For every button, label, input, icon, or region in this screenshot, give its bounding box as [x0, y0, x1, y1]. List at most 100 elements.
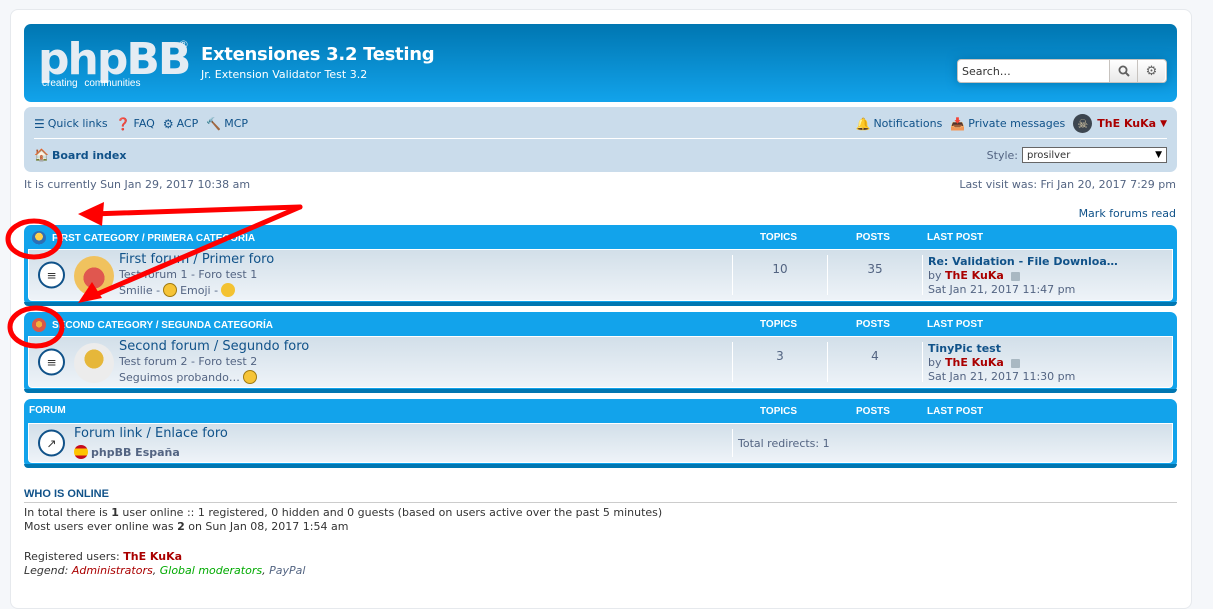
- search-input[interactable]: [958, 60, 1108, 82]
- last-post-date: Sat Jan 21, 2017 11:30 pm: [928, 370, 1076, 383]
- last-post-by: by ThE KuKa: [928, 356, 1021, 369]
- last-post-link[interactable]: TinyPic test: [928, 342, 1001, 355]
- column-divider: [922, 342, 923, 382]
- col-posts-header: POSTS: [856, 319, 890, 330]
- col-last-post-header: LAST POST: [927, 319, 984, 330]
- user-menu[interactable]: ☠ ThE KuKa ▼: [1073, 114, 1167, 133]
- col-last-post-header: LAST POST: [927, 406, 984, 417]
- view-latest-post-icon[interactable]: [1011, 358, 1021, 368]
- medal-emoji-icon: [221, 283, 236, 297]
- quick-links-label: Quick links: [47, 117, 108, 130]
- smilie-text: Smilie -: [119, 283, 161, 297]
- legend-paypal[interactable]: PayPal: [269, 564, 305, 577]
- site-title[interactable]: Extensiones 3.2 Testing: [201, 44, 435, 65]
- faq-link[interactable]: ❓ FAQ: [116, 117, 155, 131]
- col-topics-header: TOPICS: [760, 406, 798, 417]
- logo-tagline: creating communities: [40, 78, 143, 90]
- search-button[interactable]: [1109, 60, 1137, 82]
- forum-title-link[interactable]: Second forum / Segundo foro: [119, 339, 309, 354]
- style-value: prosilver: [1027, 149, 1071, 161]
- header-bar: phpBB ® creating communities Extensiones…: [24, 24, 1177, 102]
- gear-icon: ⚙: [1145, 63, 1158, 79]
- notifications-link[interactable]: 🔔 Notifications: [856, 117, 943, 131]
- legend-global-moderators[interactable]: Global moderators: [160, 564, 262, 577]
- last-post-link[interactable]: Re: Validation - File Downloa…: [928, 255, 1118, 268]
- forum-title-link[interactable]: First forum / Primer foro: [119, 252, 274, 267]
- forum-read-icon: ≡: [38, 261, 65, 289]
- forum-row: ≡ Second forum / Segundo foro Test forum…: [28, 336, 1173, 388]
- mark-forums-read-link[interactable]: Mark forums read: [1079, 207, 1176, 220]
- column-divider: [732, 255, 733, 295]
- category-title-text: SECOND CATEGORY / SEGUNDA CATEGORÍA: [52, 319, 273, 331]
- who-is-online: WHO IS ONLINE In total there is 1 user o…: [24, 488, 1177, 578]
- legend: Legend: Administrators, Global moderator…: [24, 564, 306, 577]
- inbox-icon: 📥: [950, 116, 966, 131]
- forum-read-icon: ≡: [38, 348, 65, 376]
- col-posts-header: POSTS: [856, 406, 890, 417]
- category-title[interactable]: SECOND CATEGORY / SEGUNDA CATEGORÍA: [32, 318, 273, 332]
- topics-count: 10: [772, 262, 788, 276]
- faq-label: FAQ: [133, 117, 155, 130]
- mcp-link[interactable]: 🔨 MCP: [206, 117, 248, 131]
- posts-count: 35: [867, 262, 883, 276]
- style-label: Style:: [986, 148, 1018, 162]
- private-messages-link[interactable]: 📥 Private messages: [950, 117, 1065, 131]
- home-icon: 🏠: [34, 148, 49, 162]
- advanced-search-button[interactable]: ⚙: [1137, 60, 1165, 82]
- quick-links-button[interactable]: ☰ Quick links: [34, 117, 108, 131]
- registered-users: Registered users: ThE KuKa Legend: Admin…: [24, 550, 1177, 578]
- avatar: ☠: [1073, 114, 1093, 133]
- category-title-text: FIRST CATEGORY / PRIMERA CATEGORIA: [52, 232, 256, 244]
- private-messages-label: Private messages: [968, 117, 1066, 130]
- forum-extra: Seguimos probando…: [119, 370, 260, 384]
- search-box: ⚙: [957, 59, 1167, 83]
- topics-count: 3: [776, 349, 784, 363]
- bell-icon: 🔔: [855, 116, 871, 131]
- last-post-date: Sat Jan 21, 2017 11:47 pm: [928, 283, 1076, 296]
- who-is-online-heading[interactable]: WHO IS ONLINE: [24, 488, 1177, 503]
- dropdown-arrow-icon: ▼: [1155, 150, 1162, 160]
- forum-description: Test forum 1 - Foro test 1: [119, 268, 258, 281]
- registered-user-link[interactable]: ThE KuKa: [123, 550, 182, 563]
- style-select[interactable]: prosilver ▼: [1022, 147, 1167, 163]
- wink-smilie-icon: [163, 283, 178, 297]
- posts-count: 4: [871, 349, 879, 363]
- legend-label: Legend:: [24, 564, 72, 577]
- last-visit: Last visit was: Fri Jan 20, 2017 7:29 pm: [959, 178, 1176, 191]
- mcp-label: MCP: [224, 117, 249, 130]
- record-text: on Sun Jan 08, 2017 1:54 am: [184, 520, 349, 533]
- by-label: by: [928, 356, 942, 369]
- spain-flag-icon: [74, 445, 88, 459]
- column-divider: [827, 255, 828, 295]
- tagline-word: creating: [42, 78, 78, 89]
- acp-label: ACP: [176, 117, 199, 130]
- last-post-author[interactable]: ThE KuKa: [945, 356, 1004, 369]
- question-icon: ❓: [115, 116, 131, 131]
- gavel-icon: 🔨: [206, 116, 222, 131]
- emoji-text: Emoji -: [180, 283, 219, 297]
- forum-sublink[interactable]: phpBB España: [74, 445, 180, 459]
- extra-text: Seguimos probando…: [119, 370, 240, 384]
- online-count: 1: [111, 506, 119, 519]
- menu-icon: ☰: [34, 116, 45, 131]
- acp-link[interactable]: ⚙ ACP: [163, 117, 198, 131]
- site-logo[interactable]: phpBB ® creating communities: [38, 34, 191, 93]
- view-latest-post-icon[interactable]: [1011, 271, 1021, 281]
- category-title: FORUM: [29, 405, 66, 416]
- tagline-word: communities: [84, 78, 141, 89]
- nav-main: ☰ Quick links ❓ FAQ ⚙ ACP 🔨 MCP 🔔 Notificatio…: [34, 109, 1167, 139]
- last-post-author[interactable]: ThE KuKa: [945, 269, 1004, 282]
- forum-title-link[interactable]: Forum link / Enlace foro: [74, 426, 228, 441]
- online-text: In total there is: [24, 506, 112, 519]
- category-icon: [32, 231, 46, 245]
- col-topics-header: TOPICS: [760, 232, 798, 243]
- by-label: by: [928, 269, 942, 282]
- category-title[interactable]: FIRST CATEGORY / PRIMERA CATEGORIA: [32, 231, 255, 245]
- board-index-link[interactable]: 🏠 Board index: [34, 148, 126, 162]
- legend-administrators[interactable]: Administrators: [72, 564, 153, 577]
- category-title-text: FORUM: [29, 405, 66, 416]
- nav-user-area: 🔔 Notifications 📥 Private messages ☠ ThE K…: [856, 114, 1167, 133]
- registered-mark: ®: [178, 38, 189, 51]
- forum-image-heart: [74, 256, 114, 296]
- forum-extra: Smilie - Emoji -: [119, 283, 238, 297]
